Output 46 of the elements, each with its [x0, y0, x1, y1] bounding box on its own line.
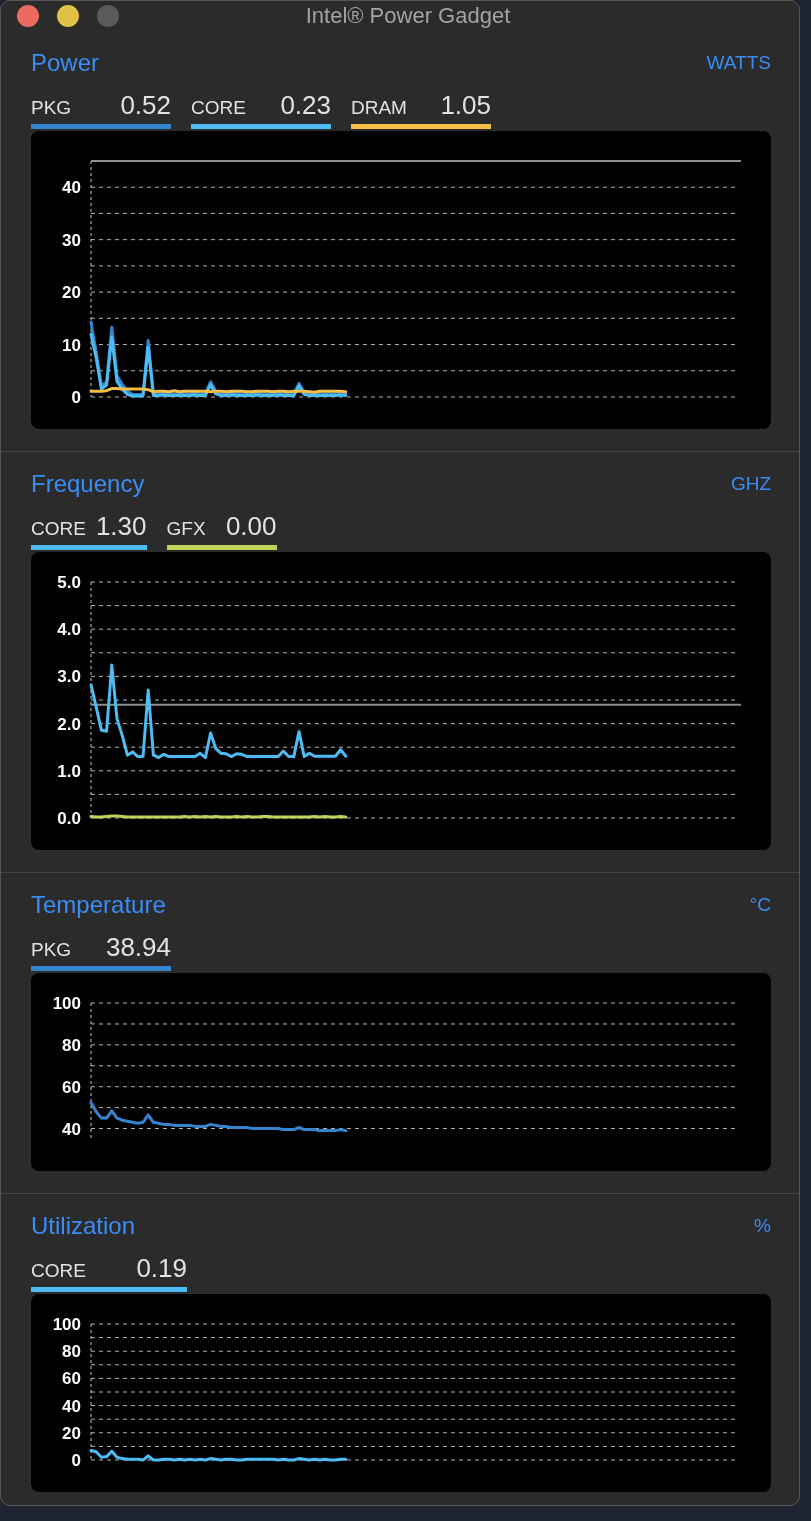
axis-tick-label: 60: [62, 1369, 81, 1389]
unit-label: °C: [749, 893, 771, 917]
section-title: Temperature: [31, 890, 166, 920]
axis-tick-label: 80: [62, 1342, 81, 1362]
close-button[interactable]: [17, 5, 39, 27]
axis-tick-label: 80: [62, 1035, 81, 1055]
reading-value: 0.00: [225, 510, 277, 543]
axis-tick-label: 0: [71, 388, 81, 407]
axis-tick-label: 40: [62, 1119, 81, 1139]
reading-label: CORE: [31, 517, 86, 541]
axis-tick-label: 40: [62, 178, 81, 198]
minimize-button[interactable]: [57, 5, 79, 27]
axis-tick-label: 0.0: [57, 809, 81, 828]
section-title: Power: [31, 48, 100, 78]
section-title: Utilization: [31, 1211, 136, 1241]
reading-value: 0.23: [280, 89, 331, 122]
axis-tick-label: 60: [62, 1077, 81, 1097]
axis-tick-label: 10: [62, 335, 81, 355]
reading-label: CORE: [31, 1259, 86, 1283]
axis-tick-label: 40: [62, 1396, 81, 1416]
axis-tick-label: 1.0: [57, 761, 81, 781]
section-title: Frequency: [31, 469, 145, 499]
reading-value: 1.30: [95, 510, 147, 543]
reading-value: 0.19: [136, 1252, 187, 1285]
axis-tick-label: 0: [71, 1451, 81, 1470]
window-title: Intel® Power Gadget: [305, 2, 511, 30]
reading-value: 1.05: [440, 89, 491, 122]
axis-tick-label: 20: [62, 1423, 81, 1443]
unit-label: %: [754, 1214, 771, 1238]
unit-label: WATTS: [706, 51, 771, 75]
reading-label: CORE: [191, 96, 246, 120]
reading-value: 38.94: [105, 931, 171, 964]
axis-tick-label: 100: [52, 1315, 81, 1334]
reading-label: PKG: [31, 96, 72, 120]
axis-tick-label: 100: [52, 994, 81, 1013]
axis-tick-label: 20: [62, 283, 81, 303]
axis-tick-label: 4.0: [57, 620, 81, 640]
axis-tick-label: 3.0: [57, 667, 81, 687]
axis-tick-label: 2.0: [57, 714, 81, 734]
axis-tick-label: 5.0: [57, 573, 81, 592]
axis-tick-label: 30: [62, 230, 81, 250]
unit-label: GHZ: [730, 472, 771, 496]
reading-label: PKG: [31, 938, 72, 962]
reading-label: GFX: [166, 517, 206, 541]
reading-label: DRAM: [351, 96, 407, 120]
reading-value: 0.52: [120, 89, 171, 122]
